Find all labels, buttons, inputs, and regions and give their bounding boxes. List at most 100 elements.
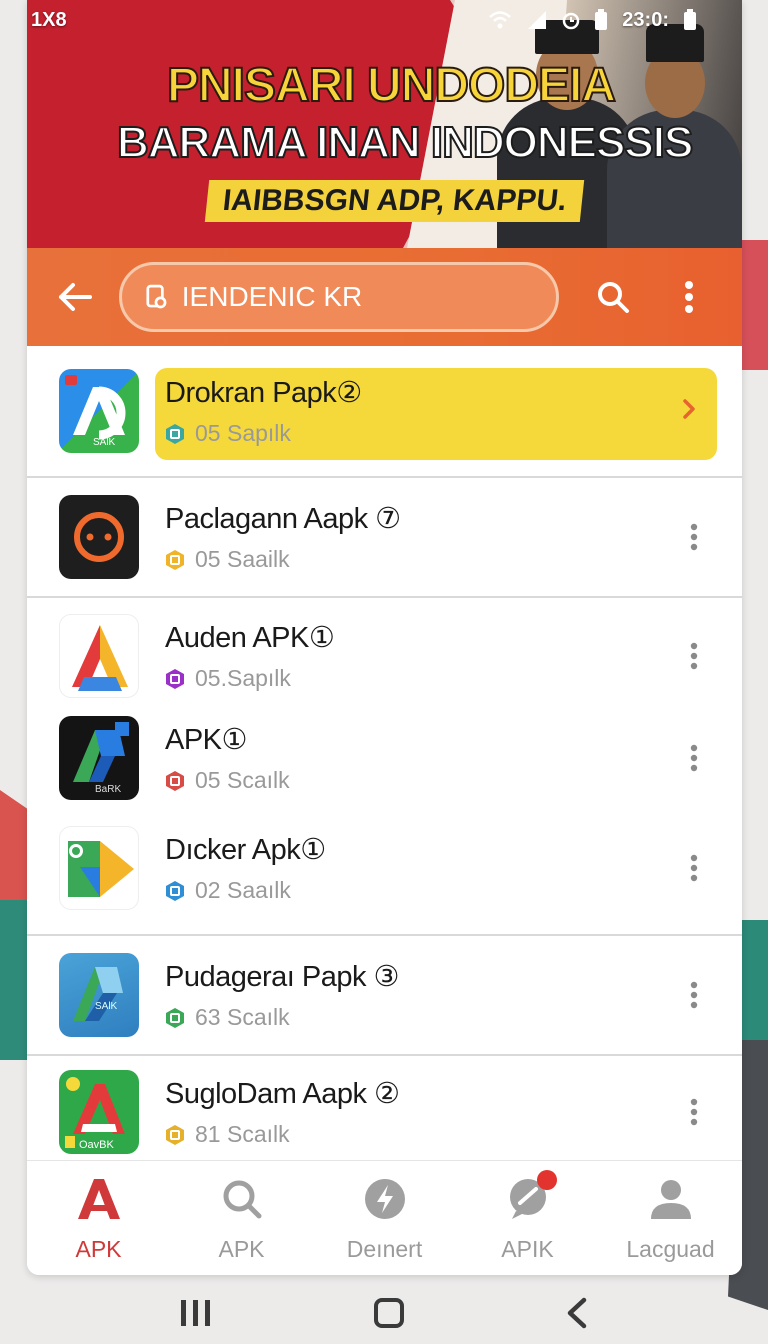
wifi-icon (489, 11, 512, 29)
app-icon (59, 614, 139, 698)
app-logo-icon: SAlK (65, 375, 126, 448)
back-button[interactable] (47, 269, 103, 325)
nav-tab-deinert[interactable]: Deınert (320, 1174, 450, 1263)
nav-label: Deınert (346, 1235, 423, 1262)
nav-label: APK (75, 1235, 122, 1262)
item-more-button[interactable] (684, 1094, 704, 1130)
hexagon-badge-icon (166, 668, 184, 689)
app-logo-icon (68, 841, 134, 897)
hexagon-badge-icon (166, 549, 184, 570)
item-more-button[interactable] (684, 638, 704, 674)
app-icon-label: BaRK (95, 784, 121, 795)
more-vertical-icon (690, 981, 698, 1009)
search-field[interactable] (119, 262, 559, 332)
app-logo-icon: SAlK (73, 967, 123, 1021)
app-subtitle: 05 Scaılk (195, 767, 290, 793)
app-subtitle: 05 Saailk (195, 546, 290, 572)
app-subtitle: 81 Scaılk (195, 1121, 290, 1147)
status-time-left: 1X8 (31, 8, 67, 31)
app-name: Paclagann Aapk ⑦ (165, 503, 401, 535)
app-logo-icon: BaRK (73, 722, 129, 795)
phone-screen: PNISARI UNDODEIA BARAMA INAN INDONESSIS … (27, 0, 742, 1275)
top-bar (27, 248, 742, 346)
app-name: SugloDam Aapk ② (165, 1078, 400, 1110)
chevron-left-icon (567, 1297, 587, 1328)
list-item[interactable]: OavBK SugloDam Aapk ② 81 Scaılk (27, 1054, 742, 1168)
alarm-icon (563, 12, 580, 30)
app-name: APK① (165, 724, 248, 756)
background-decor (738, 920, 768, 1040)
app-subtitle: 63 Scaılk (195, 1004, 290, 1030)
list-item[interactable]: Paclagann Aapk ⑦ 05 Saailk (27, 476, 742, 596)
more-vertical-icon (690, 744, 698, 772)
app-list: SAlK Drokran Papk② 05 Sapılk Paclagann A… (27, 346, 742, 1168)
more-vertical-icon (685, 281, 693, 313)
status-bar: 1X8 23:0: (0, 0, 741, 40)
more-options-button[interactable] (661, 269, 717, 325)
app-name: Auden APK① (165, 622, 335, 654)
app-icon-label: SAlK (93, 437, 116, 448)
lightning-icon (364, 1178, 405, 1219)
nav-tab-apk[interactable]: APK (34, 1174, 164, 1263)
app-icon-label: SAlK (95, 1001, 118, 1012)
nav-label: APIK (501, 1235, 554, 1262)
bottom-navigation: APK APK Deınert APIK Lacguad (27, 1160, 742, 1275)
document-icon (146, 284, 167, 309)
nav-tab-profile[interactable]: Lacguad (606, 1174, 736, 1263)
app-icon: BaRK (59, 716, 139, 800)
search-input[interactable] (181, 281, 532, 313)
nav-tab-search[interactable]: APK (177, 1174, 307, 1263)
list-item[interactable]: BaRK APK① 05 Scaılk (27, 708, 742, 808)
banner-title-2: BARAMA INAN INDONESSIS (116, 117, 694, 168)
list-item[interactable]: SAlK Pudageraı Papk ③ 63 Scaılk (27, 934, 742, 1054)
list-item[interactable]: Dıcker Apk① 02 Saaılk (27, 808, 742, 934)
status-time-right: 23:0: (622, 8, 669, 31)
app-icon: SAlK (59, 369, 139, 453)
item-more-button[interactable] (684, 850, 704, 886)
battery-icon (595, 9, 608, 30)
recents-button[interactable] (179, 1298, 213, 1333)
a-logo-icon (77, 1178, 120, 1219)
app-icon: SAlK (59, 953, 139, 1037)
system-navigation-bar (0, 1286, 768, 1344)
search-icon (598, 282, 629, 313)
app-icon (59, 826, 139, 910)
more-vertical-icon (690, 1098, 698, 1126)
list-item[interactable]: SAlK Drokran Papk② 05 Sapılk (27, 346, 742, 476)
nav-label: APK (218, 1235, 265, 1262)
list-item[interactable]: Auden APK① 05.Sapılk (27, 596, 742, 708)
app-logo-icon (72, 625, 128, 691)
battery-icon (684, 9, 696, 30)
item-more-button[interactable] (684, 977, 704, 1013)
app-name: Drokran Papk② (165, 377, 362, 409)
app-subtitle: 05.Sapılk (195, 665, 291, 691)
app-icon-label: OavBK (79, 1139, 115, 1151)
more-vertical-icon (690, 523, 698, 551)
recents-icon (181, 1299, 210, 1326)
notification-badge (536, 1169, 557, 1190)
search-icon (223, 1180, 261, 1218)
app-subtitle: 02 Saaılk (195, 877, 291, 903)
app-logo-icon (74, 512, 124, 562)
search-button[interactable] (585, 269, 641, 325)
hexagon-badge-icon (166, 880, 184, 901)
item-more-button[interactable] (684, 740, 704, 776)
app-icon (59, 495, 139, 579)
app-icon: OavBK (59, 1070, 139, 1154)
more-vertical-icon (690, 854, 698, 882)
nav-tab-apik[interactable]: APIK (463, 1169, 593, 1263)
home-icon (374, 1297, 404, 1328)
back-nav-button[interactable] (565, 1297, 589, 1334)
signal-icon (528, 11, 547, 29)
hexagon-badge-icon (166, 1007, 184, 1028)
home-button[interactable] (373, 1297, 405, 1334)
app-logo-icon: OavBK (65, 1077, 125, 1151)
arrow-left-icon (59, 283, 92, 311)
nav-label: Lacguad (626, 1235, 715, 1262)
person-icon (650, 1179, 691, 1219)
item-more-button[interactable] (684, 519, 704, 555)
hexagon-badge-icon (166, 423, 184, 444)
banner-title-1: PNISARI UNDODEIA (166, 58, 617, 113)
app-subtitle: 05 Sapılk (195, 420, 291, 446)
more-vertical-icon (690, 642, 698, 670)
